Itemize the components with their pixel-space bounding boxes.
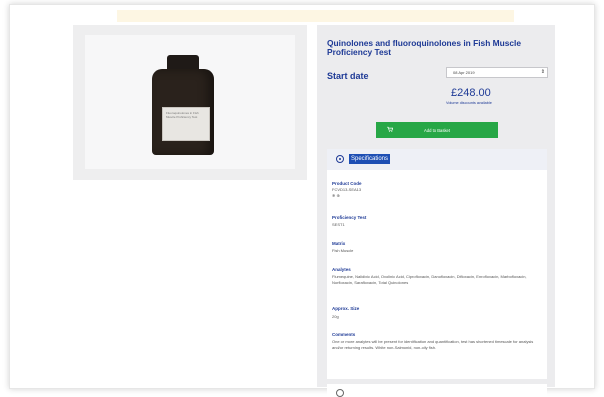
expand-toggle-icon[interactable] — [336, 389, 344, 397]
specifications-title: Specifications — [349, 154, 391, 164]
bottle-body: Fluoroquinolones in Fish Muscle Proficie… — [152, 69, 214, 155]
comments-label: Comments — [332, 332, 356, 337]
add-to-basket-button[interactable]: Add to Basket — [376, 122, 498, 138]
approx-size-value: 20g — [332, 314, 339, 319]
product-code-value: FCVD13-SEA13 — [332, 187, 362, 192]
comments-value: One or more analytes will be present for… — [332, 339, 534, 350]
sample-bottle: Fluoroquinolones in Fish Muscle Proficie… — [152, 55, 214, 155]
chevron-updown-icon: ⇕ — [540, 69, 545, 75]
product-image[interactable]: Fluoroquinolones in Fish Muscle Proficie… — [73, 25, 307, 180]
volume-discount-link[interactable]: Volume discounts available — [446, 101, 492, 105]
matrix-value: Fish Muscle — [332, 248, 354, 253]
add-to-basket-label: Add to Basket — [423, 128, 451, 133]
proficiency-test-label: Proficiency Test — [332, 215, 367, 220]
matrix-label: Matrix — [332, 241, 346, 246]
proficiency-test-value: SEST1 — [332, 222, 345, 227]
specifications-card: Specifications Product Code FCVD13-SEA13… — [327, 149, 547, 379]
notice-strip — [117, 10, 514, 22]
analytes-label: Analytes — [332, 267, 351, 272]
next-section-card[interactable] — [327, 384, 547, 397]
product-code-icons: ❄ ⊕ — [332, 193, 340, 198]
analytes-value: Flumequine, Nalidixic Acid, Oxolinic Aci… — [332, 274, 527, 285]
approx-size-label: Approx. Size — [332, 306, 360, 311]
specifications-header[interactable]: Specifications — [327, 149, 547, 170]
collapse-toggle-icon[interactable] — [336, 155, 344, 163]
product-price: £248.00 — [451, 87, 491, 99]
start-date-value: 08 Apr 2019 — [453, 70, 475, 75]
bottle-label: Fluoroquinolones in Fish Muscle Proficie… — [162, 107, 210, 141]
product-title: Quinolones and fluoroquinolones in Fish … — [327, 38, 522, 57]
start-date-label: Start date — [327, 71, 369, 81]
start-date-select[interactable]: 08 Apr 2019 ⇕ — [446, 67, 548, 78]
